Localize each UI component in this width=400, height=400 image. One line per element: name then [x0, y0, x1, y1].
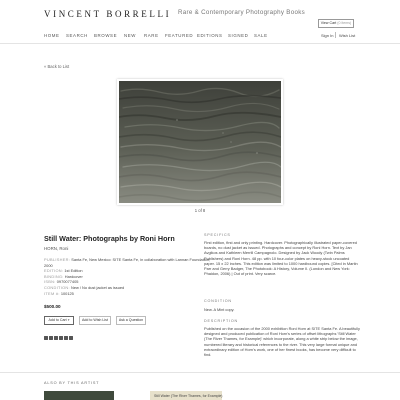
- product-price: $500.00: [44, 304, 61, 309]
- ask-question-button[interactable]: Ask a Question: [116, 316, 146, 325]
- item-number-row: ITEM #: 100125: [44, 291, 214, 297]
- condition-text: New. A Mint copy.: [204, 307, 235, 312]
- nav-sale[interactable]: SALE: [254, 33, 268, 38]
- specifics-text: First edition, first and only printing. …: [204, 240, 358, 277]
- item-number-value: 100125: [60, 290, 74, 296]
- nav-rare[interactable]: RARE: [144, 33, 159, 38]
- product-photo[interactable]: [119, 81, 281, 203]
- add-to-cart-label: Add to Cart: [48, 318, 67, 322]
- account-divider: [335, 32, 336, 38]
- add-to-cart-button[interactable]: Add to Cart ▾: [44, 316, 74, 325]
- facebook-icon[interactable]: [44, 336, 48, 340]
- email-icon[interactable]: [64, 336, 68, 340]
- twitter-icon[interactable]: [49, 336, 53, 340]
- product-details: PUBLISHER: Santa Fe, New Mexico: SITE Sa…: [44, 257, 214, 296]
- binding-value: Hardcover: [64, 273, 83, 279]
- specifics-heading: SPECIFICS: [204, 233, 231, 237]
- share-icon[interactable]: [69, 336, 73, 340]
- back-to-list-link[interactable]: « Back to List: [44, 64, 69, 69]
- nav-new[interactable]: NEW: [124, 33, 136, 38]
- section-divider: [0, 372, 400, 373]
- related-book-title: Still Water (The River Thames, for Examp…: [154, 394, 223, 398]
- publisher-label: PUBLISHER:: [44, 257, 71, 262]
- cart-count: (0 items): [337, 21, 352, 25]
- product-image-frame[interactable]: [117, 79, 283, 205]
- tumblr-icon[interactable]: [59, 336, 63, 340]
- product-author[interactable]: HORN, Roni: [44, 246, 68, 251]
- description-heading: DESCRIPTION: [204, 319, 239, 323]
- isbn-label: ISBN:: [44, 279, 56, 285]
- image-counter: 1 of 8: [194, 208, 206, 213]
- condition-label: CONDITION:: [44, 284, 70, 290]
- publisher-row: PUBLISHER: Santa Fe, New Mexico: SITE Sa…: [44, 257, 214, 268]
- binding-label: BINDING:: [44, 273, 64, 279]
- description-text: Published on the occasion of the 2000 ex…: [204, 326, 360, 358]
- related-book-thumbnail[interactable]: Still Water (The River Thames, for Examp…: [150, 391, 222, 400]
- edition-label: EDITION:: [44, 268, 64, 274]
- chevron-down-icon: ▾: [67, 318, 70, 322]
- pinterest-icon[interactable]: [54, 336, 58, 340]
- nav-home[interactable]: HOME: [44, 33, 60, 38]
- product-title: Still Water: Photographs by Roni Horn: [44, 234, 175, 243]
- sign-in-link[interactable]: Sign In: [321, 33, 333, 38]
- site-header: VINCENT BORRELLI Rare & Contemporary Pho…: [0, 0, 400, 44]
- site-tagline: Rare & Contemporary Photography Books: [178, 9, 306, 16]
- nav-featured[interactable]: FEATURED: [165, 33, 193, 38]
- nav-editions[interactable]: EDITIONS: [197, 33, 223, 38]
- edition-value: 1st Edition: [64, 268, 83, 274]
- nav-browse[interactable]: BROWSE: [94, 33, 117, 38]
- isbn-value: 0970077405: [56, 279, 79, 285]
- item-number-label: ITEM #:: [44, 290, 60, 296]
- condition-value: New / No dust jacket as issued: [71, 284, 125, 290]
- site-logo[interactable]: VINCENT BORRELLI: [44, 9, 171, 19]
- also-by-artist-heading: ALSO BY THIS ARTIST: [44, 381, 100, 385]
- add-to-wish-list-button[interactable]: Add to Wish List: [79, 316, 111, 325]
- condition-heading: CONDITION: [204, 299, 232, 303]
- nav-signed[interactable]: SIGNED: [228, 33, 248, 38]
- view-cart-label: View Cart: [320, 21, 337, 25]
- view-cart-button[interactable]: View Cart (0 items): [318, 19, 354, 28]
- nav-search[interactable]: SEARCH: [66, 33, 88, 38]
- wish-list-link[interactable]: Wish List: [339, 33, 355, 38]
- water-photo-image: [119, 81, 281, 203]
- related-book-thumbnail[interactable]: [44, 391, 114, 400]
